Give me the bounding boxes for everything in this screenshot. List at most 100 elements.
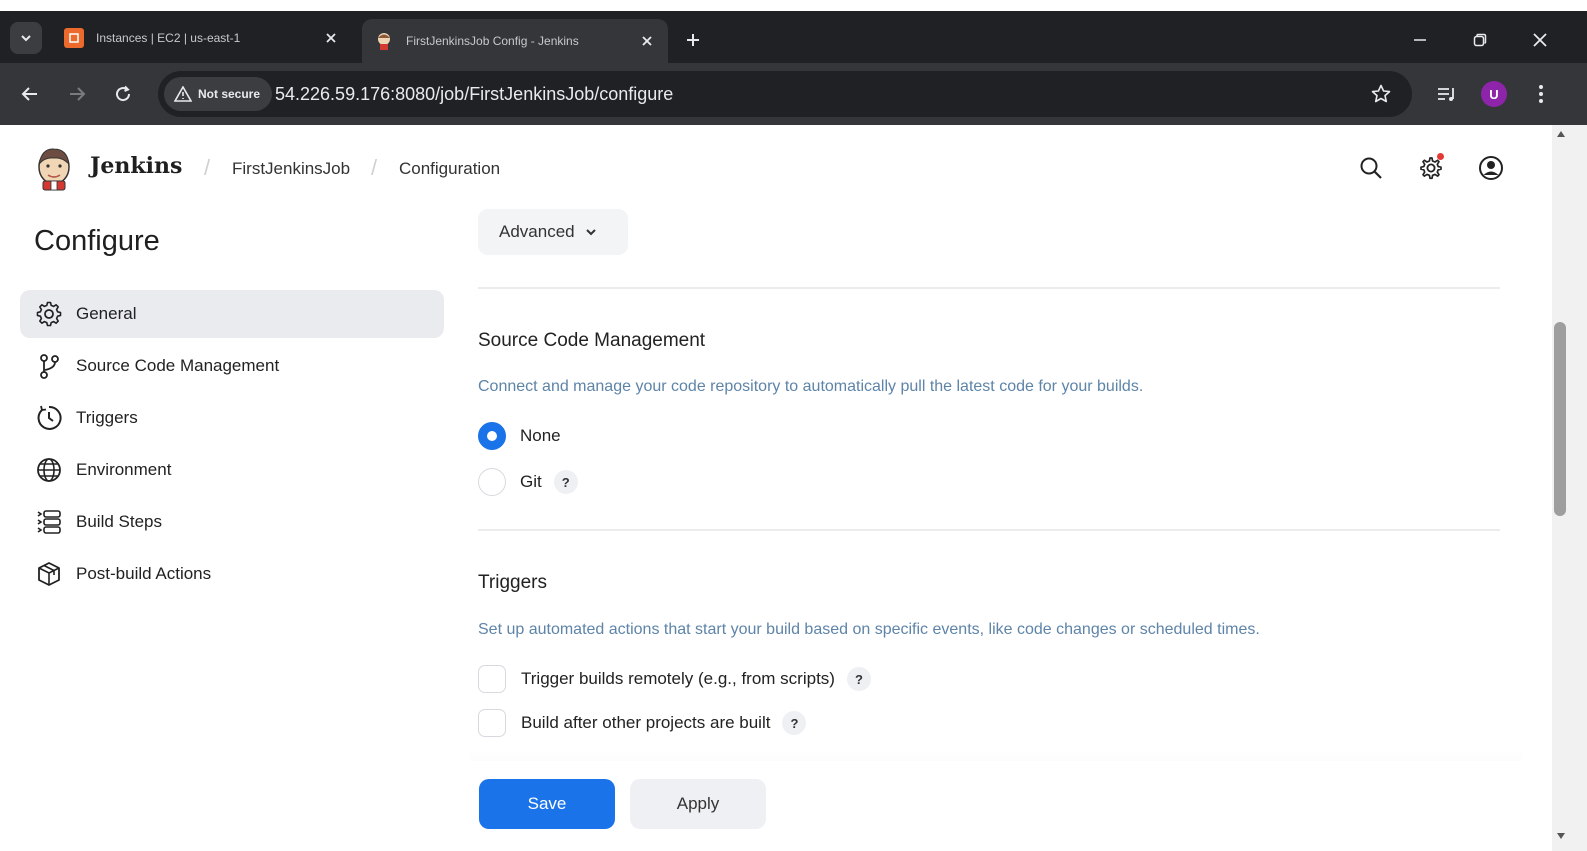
scrollbar-thumb[interactable] [1554,322,1566,516]
jenkins-logo-icon[interactable] [34,145,74,191]
reload-icon [116,85,131,102]
close-icon[interactable] [320,27,342,49]
browser-menu-button[interactable] [1526,79,1556,109]
sidebar-item-general[interactable]: General [20,290,444,338]
scroll-up-arrow-icon[interactable] [1555,128,1567,140]
triggers-section-description: Set up automated actions that start your… [478,621,1260,638]
back-button[interactable] [15,79,45,109]
manage-settings-button[interactable] [1416,153,1446,183]
url-path: :8080/job/FirstJenkinsJob/configure [390,84,674,104]
notification-dot [1437,153,1444,160]
jenkins-header: Jenkins / FirstJenkinsJob / Configuratio… [0,125,1552,211]
sidebar-item-triggers[interactable]: Triggers [20,394,444,442]
bookmark-star-icon[interactable] [1368,81,1394,107]
warning-icon [174,86,192,102]
sidebar-item-label: Triggers [76,408,138,427]
help-icon[interactable]: ? [782,711,807,735]
sidebar-item-post-build-actions[interactable]: Post-build Actions [20,550,444,598]
security-indicator[interactable]: Not secure [164,77,273,111]
security-label: Not secure [198,87,261,101]
scm-section-title: Source Code Management [478,330,706,351]
sidebar-item-label: Source Code Management [76,356,280,375]
tab-bar: Instances | EC2 | us-east-1 FirstJenkins… [0,11,1587,63]
close-icon[interactable] [636,30,658,52]
tab-search-button[interactable] [10,22,42,54]
radio-label: Git [520,472,542,491]
jenkins-icon [374,31,394,51]
help-icon[interactable]: ? [553,470,578,494]
advanced-button[interactable]: Advanced [478,209,628,255]
save-button[interactable]: Save [479,779,615,829]
profile-avatar[interactable]: U [1479,79,1509,109]
sidebar-item-label: Post-build Actions [76,564,212,583]
triggers-section-title: Triggers [478,572,547,593]
user-account-icon[interactable] [1476,153,1506,183]
restore-button[interactable] [1457,25,1503,55]
avatar-initial: U [1481,81,1507,107]
browser-tab-jenkins[interactable]: FirstJenkinsJob Config - Jenkins [362,19,668,63]
browser-tab-ec2[interactable]: Instances | EC2 | us-east-1 [52,19,352,57]
plus-icon [687,34,699,46]
scm-option-none[interactable]: None [478,420,561,452]
close-icon [1533,33,1547,47]
search-icon[interactable] [1356,153,1386,183]
jenkins-brand[interactable]: Jenkins [90,153,182,179]
window-top-strip [0,0,1587,11]
help-icon[interactable]: ? [846,667,871,691]
sidebar-item-label: Build Steps [76,512,162,531]
scm-option-git[interactable]: Git ? [478,466,578,498]
aws-ec2-icon [64,28,84,48]
branch-icon [36,353,62,379]
kebab-menu-icon [1539,85,1543,103]
radio-none[interactable] [478,422,506,450]
browser-toolbar: Not secure 54.226.59.176:8080/job/FirstJ… [0,63,1587,125]
list-icon [36,509,62,535]
form-action-bar [470,761,1522,851]
tab-title: FirstJenkinsJob Config - Jenkins [406,34,579,48]
radio-git[interactable] [478,468,506,496]
address-bar[interactable]: Not secure 54.226.59.176:8080/job/FirstJ… [158,71,1412,117]
scm-section-description: Connect and manage your code repository … [478,378,1144,395]
checkbox-label: Build after other projects are built [521,713,771,732]
package-icon [36,561,62,587]
gear-icon [36,301,62,327]
sidebar-item-source-code-management[interactable]: Source Code Management [20,342,444,390]
restore-icon [1473,33,1487,47]
trigger-option-after-other[interactable]: Build after other projects are built ? [478,707,807,739]
clock-icon [36,405,62,431]
apply-button[interactable]: Apply [630,779,766,829]
sidebar-item-environment[interactable]: Environment [20,446,444,494]
trigger-option-remote[interactable]: Trigger builds remotely (e.g., from scri… [478,663,871,695]
new-tab-button[interactable] [680,27,706,53]
checkbox-trigger-remote[interactable] [478,665,506,693]
sidebar-item-label: Environment [76,460,172,479]
sidebar-item-build-steps[interactable]: Build Steps [20,498,444,546]
breadcrumb-configuration[interactable]: Configuration [399,159,500,179]
advanced-label: Advanced [499,222,575,241]
arrow-right-icon [70,87,86,101]
globe-icon [36,457,62,483]
jenkins-page: Jenkins / FirstJenkinsJob / Configuratio… [0,125,1552,851]
url-text: 54.226.59.176:8080/job/FirstJenkinsJob/c… [275,84,673,105]
minimize-icon [1414,39,1426,41]
breadcrumb-separator: / [204,155,211,180]
checkbox-label: Trigger builds remotely (e.g., from scri… [521,669,835,688]
chevron-down-icon [585,229,596,236]
section-divider [478,529,1500,531]
reload-button[interactable] [108,79,138,109]
section-divider [478,287,1500,289]
tab-title: Instances | EC2 | us-east-1 [96,31,241,45]
minimize-button[interactable] [1397,25,1443,55]
arrow-left-icon [21,87,37,101]
sidebar-nav: General Source Code Management Triggers … [20,290,444,602]
breadcrumb-separator: / [371,155,378,180]
reading-list-icon[interactable] [1432,79,1462,109]
url-host: 54.226.59.176 [275,84,391,104]
forward-button[interactable] [62,79,92,109]
scroll-down-arrow-icon[interactable] [1555,830,1567,842]
radio-label: None [520,426,561,445]
close-window-button[interactable] [1517,25,1563,55]
chevron-down-icon [21,35,31,42]
checkbox-build-after-other[interactable] [478,709,506,737]
breadcrumb-job[interactable]: FirstJenkinsJob [232,159,350,179]
